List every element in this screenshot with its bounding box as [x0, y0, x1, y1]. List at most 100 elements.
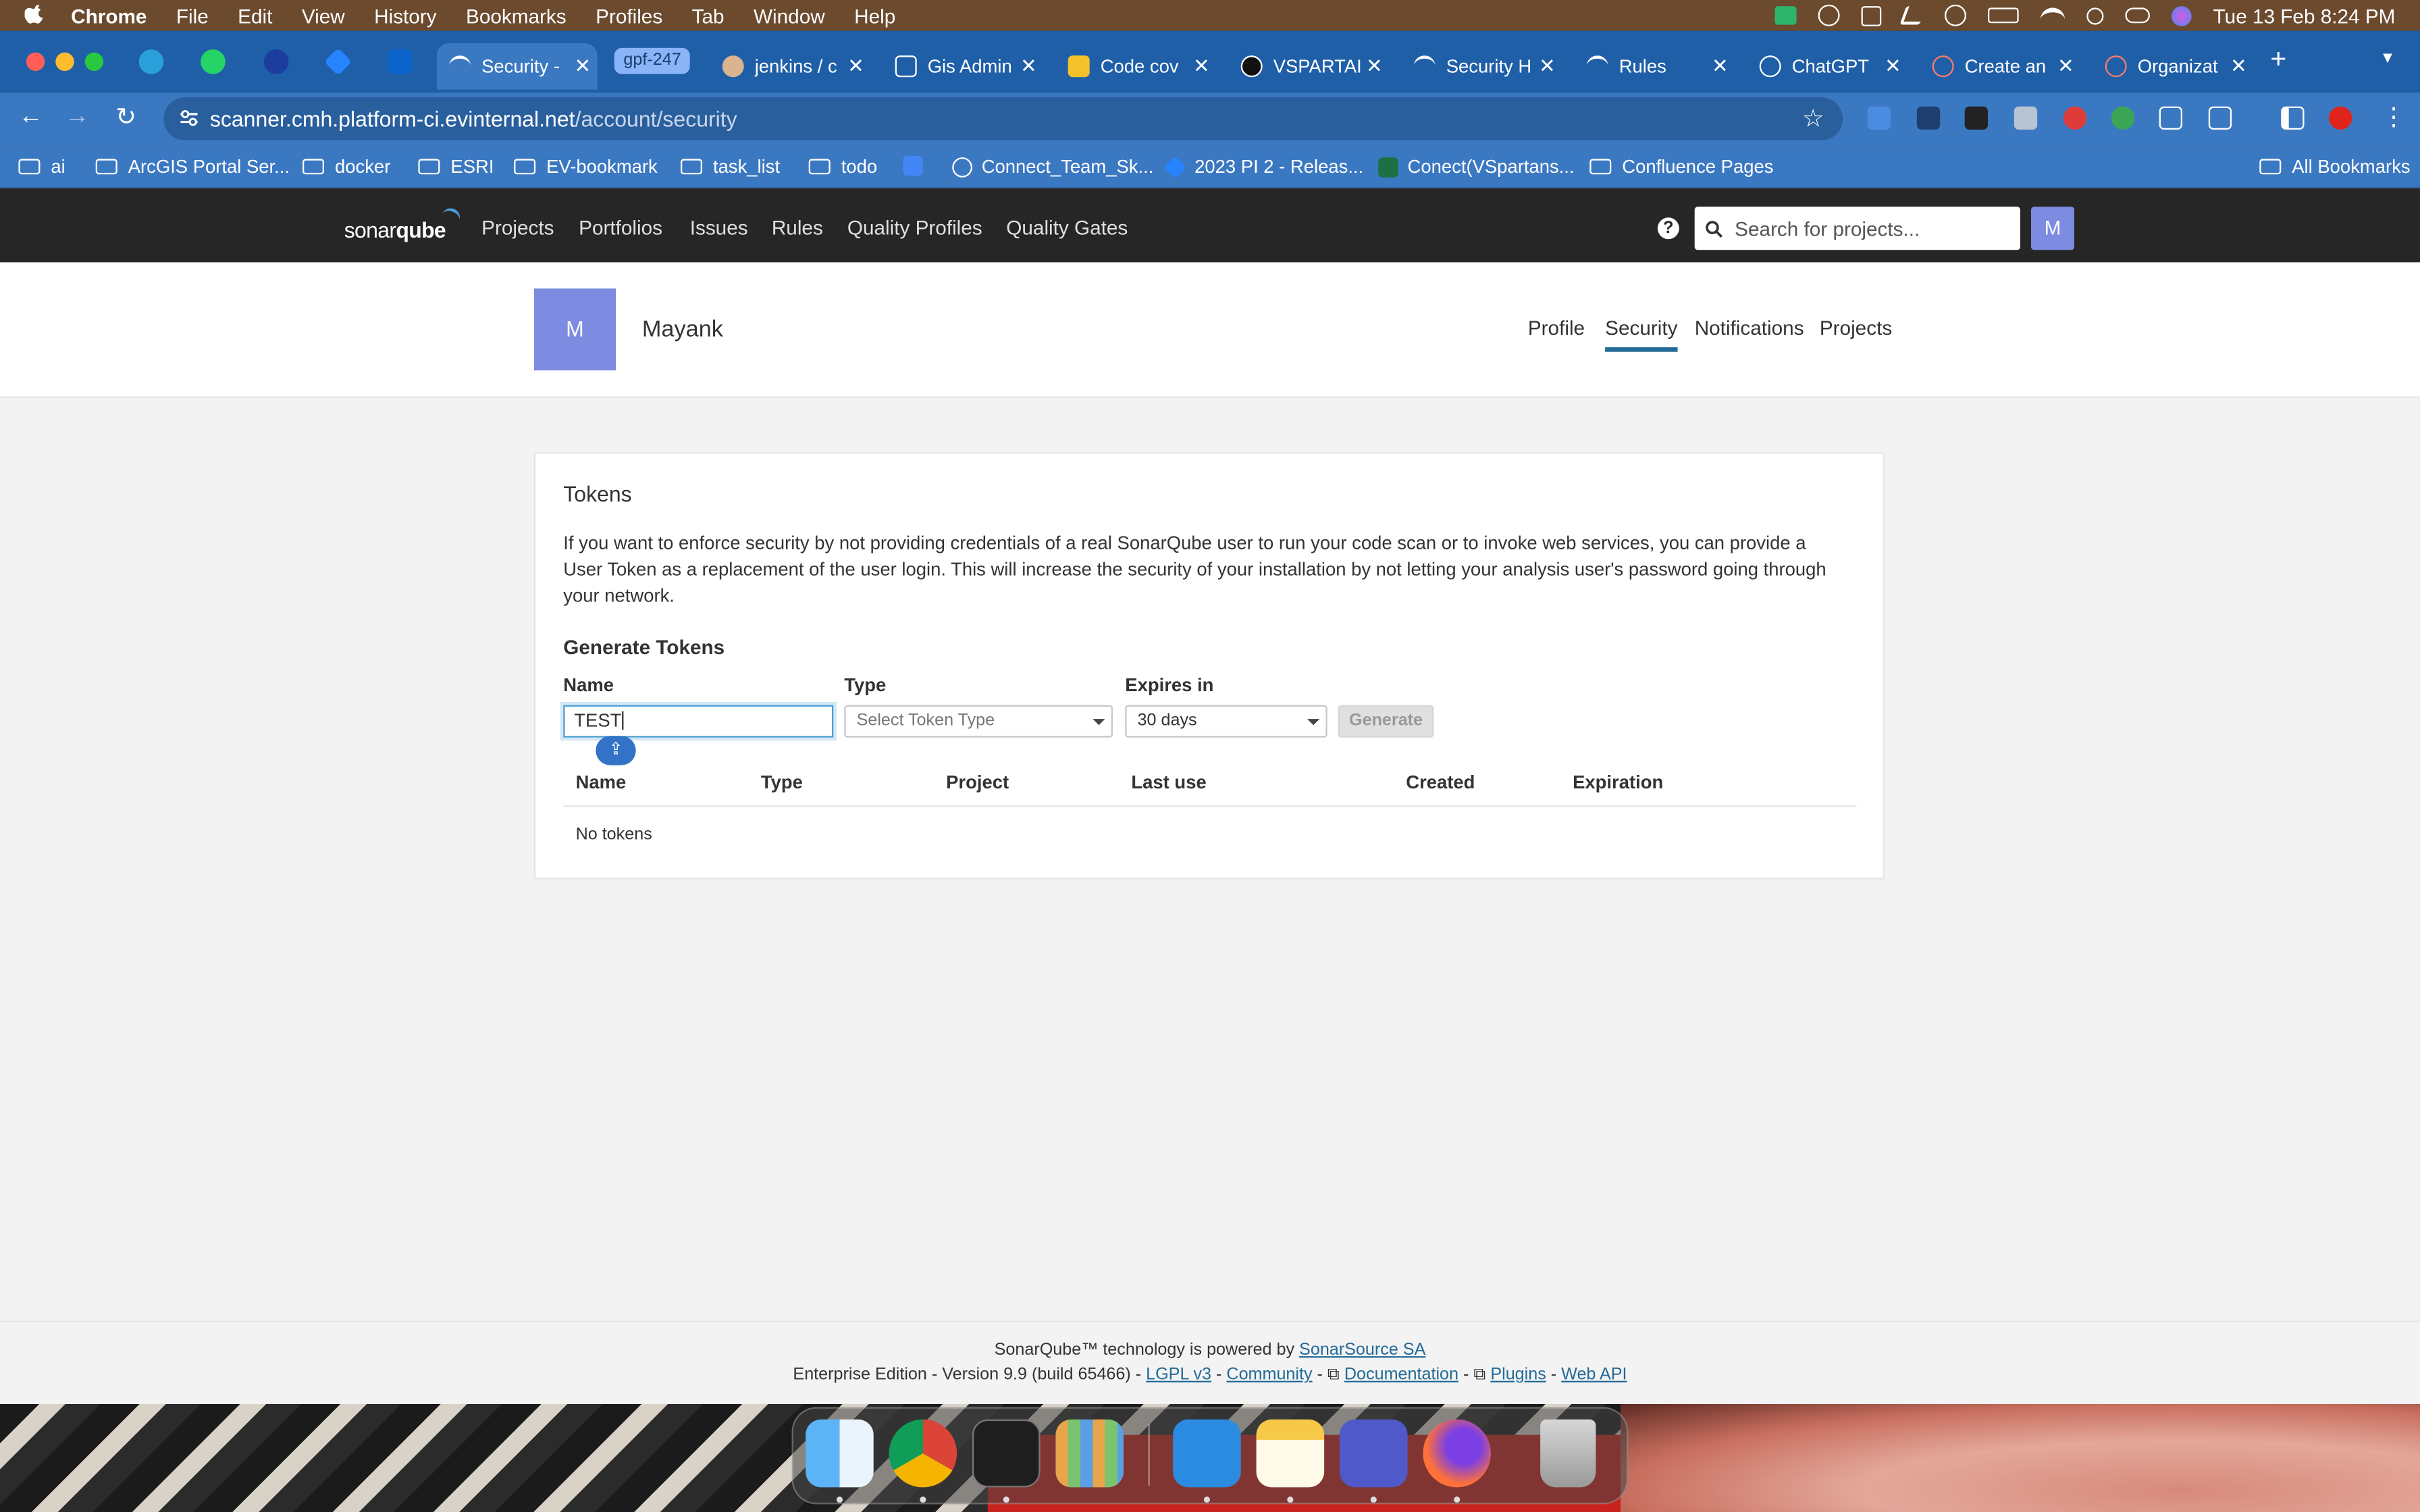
- expires-in-select[interactable]: 30 days: [1125, 705, 1327, 738]
- launchpad-icon[interactable]: [1055, 1419, 1124, 1488]
- project-search[interactable]: [1694, 207, 2020, 250]
- control-center-icon[interactable]: [2125, 7, 2150, 24]
- generate-button[interactable]: Generate: [1338, 705, 1434, 738]
- bookmark-folder[interactable]: Confluence Pages: [1589, 156, 1773, 178]
- chrome-menu-icon[interactable]: ⋮: [2382, 102, 2406, 133]
- tab-group-label[interactable]: gpf-247: [614, 47, 691, 74]
- finder-icon[interactable]: [806, 1419, 874, 1488]
- tab-security-active[interactable]: Security - ✕: [436, 43, 598, 90]
- site-info-icon[interactable]: [179, 108, 199, 128]
- chrome-icon[interactable]: [889, 1419, 957, 1488]
- menu-help[interactable]: Help: [854, 4, 895, 27]
- community-link[interactable]: Community: [1226, 1366, 1312, 1384]
- bookmark-translate[interactable]: [903, 155, 932, 176]
- vscode-icon[interactable]: [1173, 1419, 1241, 1488]
- nav-quality-gates[interactable]: Quality Gates: [1006, 216, 1128, 239]
- tab-gis-admin[interactable]: Gis Admin ✕: [883, 43, 1043, 90]
- tab-create-an[interactable]: Create an ✕: [1920, 43, 2080, 90]
- bookmark-link[interactable]: 2023 PI 2 - Releas...: [1163, 155, 1363, 178]
- close-tab-icon[interactable]: ✕: [1885, 54, 1901, 79]
- siri-icon[interactable]: [2171, 5, 2192, 26]
- menu-window[interactable]: Window: [754, 4, 825, 27]
- menu-history[interactable]: History: [374, 4, 436, 27]
- extension-icon[interactable]: [1867, 106, 1891, 130]
- terminal-icon[interactable]: [972, 1419, 1041, 1488]
- nav-rules[interactable]: Rules: [772, 216, 823, 239]
- extension-add-icon[interactable]: [2111, 106, 2135, 130]
- nav-projects[interactable]: Projects: [481, 216, 554, 239]
- side-panel-icon[interactable]: [2281, 106, 2305, 130]
- pinned-tab-telegram-icon[interactable]: [138, 49, 164, 74]
- search-input[interactable]: [1735, 217, 2013, 240]
- plugins-link[interactable]: Plugins: [1490, 1366, 1546, 1384]
- menu-tab[interactable]: Tab: [692, 4, 725, 27]
- extension-icon[interactable]: [2063, 106, 2087, 130]
- bookmark-link[interactable]: Connect_Team_Sk...: [952, 156, 1153, 178]
- mountain-app-icon[interactable]: [1899, 6, 1926, 25]
- close-tab-icon[interactable]: ✕: [2057, 54, 2074, 79]
- menu-view[interactable]: View: [302, 4, 345, 27]
- bookmark-folder[interactable]: task_list: [680, 156, 780, 178]
- pinned-tab-whatsapp-icon[interactable]: [201, 49, 226, 74]
- tab-search-chevron-icon[interactable]: ▾: [2383, 47, 2392, 68]
- close-tab-icon[interactable]: ✕: [1712, 54, 1729, 79]
- trash-icon[interactable]: [1540, 1419, 1596, 1488]
- bookmark-folder[interactable]: ai: [18, 156, 65, 178]
- extensions-puzzle-icon[interactable]: [2208, 106, 2232, 130]
- close-tab-icon[interactable]: ✕: [1193, 54, 1210, 79]
- menu-bookmarks[interactable]: Bookmarks: [466, 4, 567, 27]
- tab-organization[interactable]: Organizat ✕: [2093, 43, 2253, 90]
- extension-icon[interactable]: [1964, 106, 1988, 130]
- pinned-tab-app-icon[interactable]: [263, 49, 289, 74]
- battery-icon[interactable]: [1987, 7, 2019, 24]
- tab-security-hotspots[interactable]: Security H ✕: [1401, 43, 1562, 90]
- notes-icon[interactable]: [1256, 1419, 1325, 1488]
- bookmark-folder[interactable]: todo: [808, 156, 877, 178]
- bookmark-folder[interactable]: ArcGIS Portal Ser...: [95, 156, 290, 178]
- close-tab-icon[interactable]: ✕: [1020, 54, 1037, 79]
- new-tab-plus-icon[interactable]: +: [2270, 43, 2286, 76]
- play-icon[interactable]: [1944, 4, 1966, 26]
- bookmark-folder[interactable]: ESRI: [418, 156, 494, 178]
- tab-security[interactable]: Security: [1605, 317, 1678, 352]
- token-name-input[interactable]: TEST: [563, 705, 834, 738]
- extension-icon[interactable]: [2159, 106, 2182, 130]
- close-window-button[interactable]: [26, 52, 45, 72]
- firefox-icon[interactable]: [1423, 1419, 1491, 1488]
- help-icon[interactable]: ?: [1657, 217, 1679, 240]
- tab-notifications[interactable]: Notifications: [1695, 317, 1804, 340]
- close-tab-icon[interactable]: ✕: [847, 54, 864, 79]
- bookmark-folder[interactable]: EV-bookmark: [514, 156, 658, 178]
- bookmark-link[interactable]: Conect(VSpartans...: [1378, 156, 1575, 178]
- close-tab-icon[interactable]: ✕: [1366, 54, 1383, 79]
- profile-avatar-icon[interactable]: [2329, 106, 2352, 130]
- menu-file[interactable]: File: [176, 4, 209, 27]
- tab-jenkins[interactable]: jenkins / c ✕: [710, 43, 870, 90]
- bookmark-star-icon[interactable]: ☆: [1802, 103, 1824, 134]
- status-app-icon[interactable]: [1774, 6, 1797, 25]
- all-bookmarks[interactable]: All Bookmarks: [2259, 156, 2411, 178]
- apple-icon[interactable]: [24, 4, 43, 26]
- back-arrow-icon[interactable]: ←: [18, 103, 43, 131]
- menu-edit[interactable]: Edit: [238, 4, 272, 27]
- minimize-window-button[interactable]: [55, 52, 74, 72]
- zoom-window-button[interactable]: [84, 52, 104, 72]
- close-tab-icon[interactable]: ✕: [574, 54, 591, 79]
- tab-rules[interactable]: Rules ✕: [1574, 43, 1735, 90]
- camera-extension-icon[interactable]: [2014, 106, 2038, 130]
- nav-portfolios[interactable]: Portfolios: [579, 216, 662, 239]
- tab-profile[interactable]: Profile: [1528, 317, 1585, 340]
- sonarqube-logo[interactable]: sonarqube: [344, 205, 463, 242]
- tab-vspartai[interactable]: VSPARTAI ✕: [1228, 43, 1389, 90]
- user-avatar[interactable]: M: [2030, 207, 2074, 250]
- tab-chatgpt[interactable]: ChatGPT ✕: [1747, 43, 1908, 90]
- teams-icon[interactable]: [1339, 1419, 1408, 1488]
- extension-icon[interactable]: [1916, 106, 1941, 130]
- bookmark-folder[interactable]: docker: [302, 156, 390, 178]
- reload-icon[interactable]: ↻: [115, 102, 136, 133]
- close-tab-icon[interactable]: ✕: [2230, 54, 2247, 79]
- menu-profiles[interactable]: Profiles: [596, 4, 662, 27]
- wifi-icon[interactable]: [2040, 7, 2066, 23]
- clock-datetime[interactable]: Tue 13 Feb 8:24 PM: [2213, 4, 2396, 27]
- tab-code-coverage[interactable]: Code cov ✕: [1055, 43, 1216, 90]
